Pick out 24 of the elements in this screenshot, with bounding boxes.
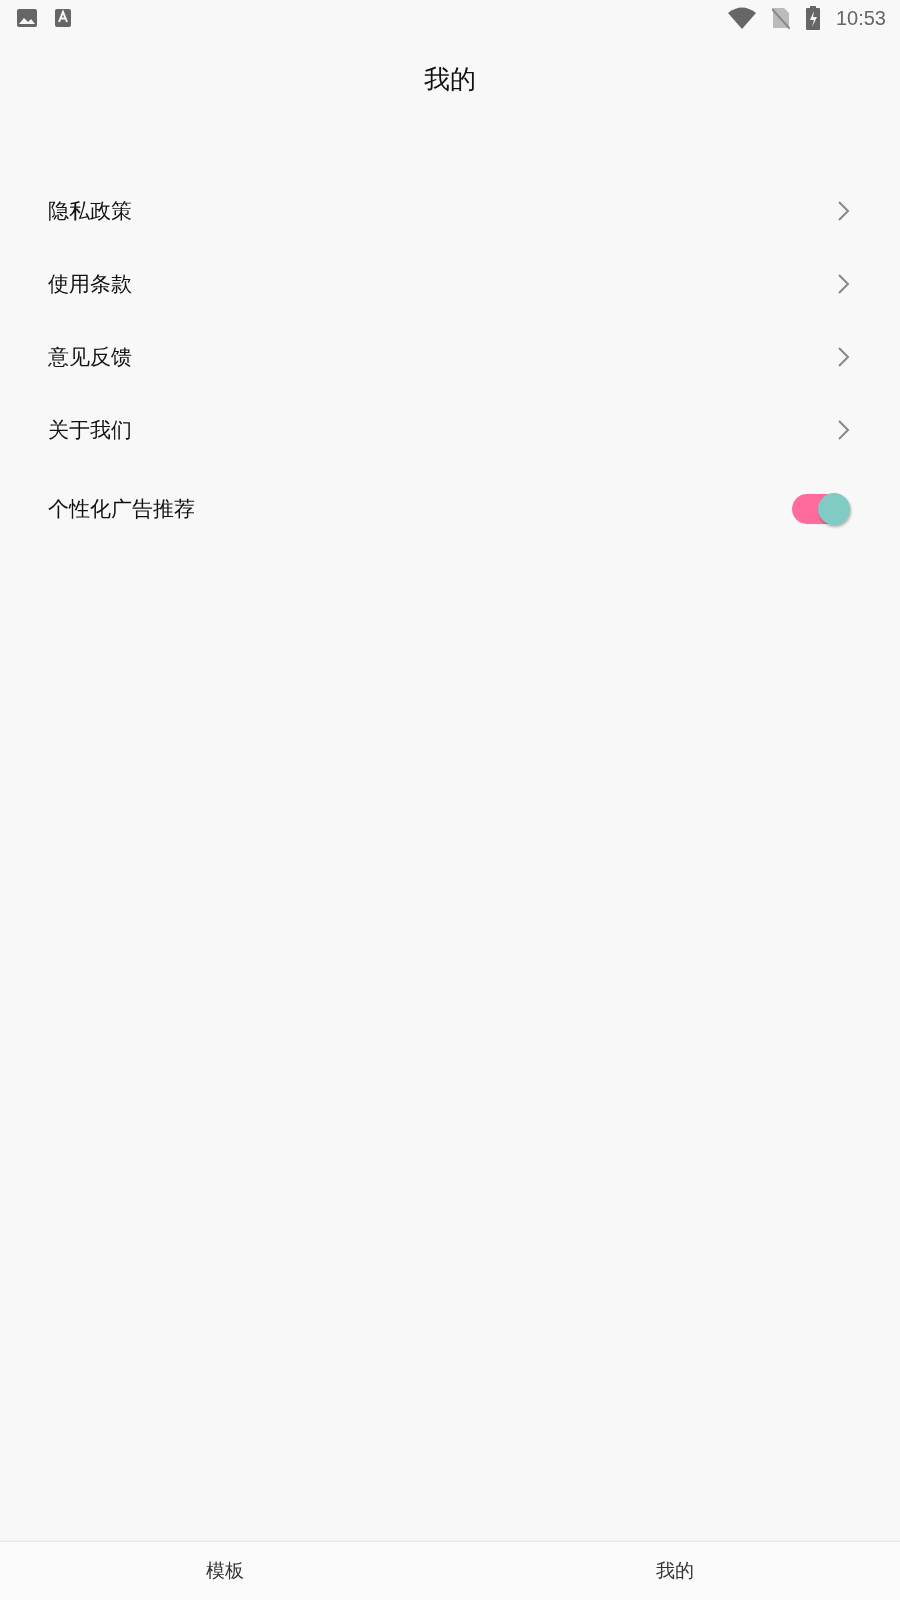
clock-time: 10:53: [835, 6, 886, 30]
settings-row[interactable]: 个性化广告推荐: [0, 466, 900, 552]
settings-label: 关于我们: [48, 416, 133, 444]
text-icon: [54, 8, 72, 28]
settings-row[interactable]: 隐私政策: [0, 174, 900, 247]
chevron-right-icon: [838, 273, 850, 294]
no-sim-icon: [771, 7, 790, 29]
toggle-switch[interactable]: [792, 493, 850, 525]
settings-row[interactable]: 使用条款: [0, 247, 900, 320]
chevron-right-icon: [838, 419, 850, 440]
settings-label: 个性化广告推荐: [48, 496, 196, 523]
chevron-right-icon: [838, 346, 850, 367]
page-title: 我的: [424, 62, 476, 96]
image-icon: [16, 8, 38, 28]
nav-tab[interactable]: 我的: [656, 1558, 694, 1584]
settings-row[interactable]: 关于我们: [0, 393, 900, 466]
settings-label: 使用条款: [48, 270, 133, 298]
wifi-icon: [727, 7, 756, 29]
battery-charging-icon: [805, 6, 820, 30]
settings-label: 隐私政策: [48, 197, 133, 225]
settings-label: 意见反馈: [48, 343, 133, 371]
nav-tab[interactable]: 模板: [206, 1558, 244, 1584]
chevron-right-icon: [838, 200, 850, 221]
settings-row[interactable]: 意见反馈: [0, 320, 900, 393]
